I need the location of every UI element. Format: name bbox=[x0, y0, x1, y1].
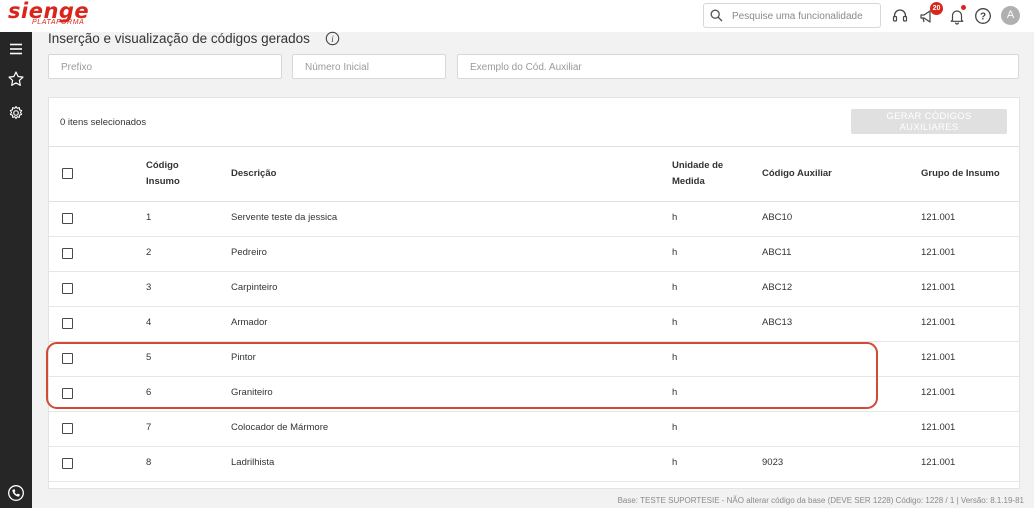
row-checkbox[interactable] bbox=[62, 388, 73, 399]
cell-description: Pintor bbox=[231, 352, 256, 363]
avatar[interactable]: A bbox=[1001, 6, 1020, 25]
cell-unit: h bbox=[672, 317, 678, 328]
sidebar bbox=[0, 32, 32, 508]
cell-unit: h bbox=[672, 422, 678, 433]
row-checkbox[interactable] bbox=[62, 248, 73, 259]
table-row[interactable]: 3 Carpinteiro h ABC12 121.001 bbox=[49, 271, 1019, 307]
cell-unit: h bbox=[672, 212, 678, 223]
cell-description: Ladrilhista bbox=[231, 457, 275, 468]
cell-group: 121.001 bbox=[921, 317, 956, 328]
cell-description: Pedreiro bbox=[231, 247, 267, 258]
cell-description: Armador bbox=[231, 317, 268, 328]
cell-code: 8 bbox=[146, 457, 152, 468]
cell-description: Carpinteiro bbox=[231, 282, 278, 293]
bell-alert-dot bbox=[961, 5, 966, 10]
row-checkbox[interactable] bbox=[62, 318, 73, 329]
svg-text:i: i bbox=[331, 34, 334, 44]
row-checkbox[interactable] bbox=[62, 458, 73, 469]
column-header-code[interactable]: Código Insumo bbox=[146, 158, 206, 190]
headset-icon[interactable] bbox=[891, 7, 909, 25]
cell-description: Graniteiro bbox=[231, 387, 273, 398]
aux-code-example-input[interactable] bbox=[468, 59, 1012, 76]
prefix-field[interactable] bbox=[48, 54, 282, 79]
cell-code: 3 bbox=[146, 282, 152, 293]
selected-count: 0 itens selecionados bbox=[60, 117, 147, 128]
row-checkbox[interactable] bbox=[62, 353, 73, 364]
page-title: Inserção e visualização de códigos gerad… bbox=[48, 31, 310, 46]
row-checkbox[interactable] bbox=[62, 423, 73, 434]
cell-unit: h bbox=[672, 387, 678, 398]
table-row[interactable]: 8 Ladrilhista h 9023 121.001 bbox=[49, 446, 1019, 482]
cell-unit: h bbox=[672, 352, 678, 363]
column-header-description[interactable]: Descrição bbox=[231, 166, 276, 182]
star-icon[interactable] bbox=[7, 70, 25, 88]
top-bar: sienge PLATAFORMA 20 ? A bbox=[0, 0, 1034, 32]
notifications-badge: 20 bbox=[930, 2, 943, 15]
cell-code: 2 bbox=[146, 247, 152, 258]
initial-number-field[interactable] bbox=[292, 54, 446, 79]
cell-group: 121.001 bbox=[921, 387, 956, 398]
cell-code: 7 bbox=[146, 422, 152, 433]
cell-group: 121.001 bbox=[921, 457, 956, 468]
gear-icon[interactable] bbox=[7, 104, 25, 122]
cell-unit: h bbox=[672, 457, 678, 468]
phone-icon[interactable] bbox=[7, 484, 25, 502]
cell-group: 121.001 bbox=[921, 282, 956, 293]
cell-group: 121.001 bbox=[921, 422, 956, 433]
cell-code: 1 bbox=[146, 212, 152, 223]
table-row[interactable]: 1 Servente teste da jessica h ABC10 121.001 bbox=[49, 201, 1019, 237]
search-box[interactable] bbox=[703, 3, 881, 28]
search-input[interactable] bbox=[730, 7, 880, 26]
help-icon[interactable]: ? bbox=[974, 7, 992, 25]
cell-unit: h bbox=[672, 247, 678, 258]
cell-aux-code: ABC10 bbox=[762, 212, 793, 223]
svg-text:?: ? bbox=[980, 12, 986, 23]
row-checkbox[interactable] bbox=[62, 283, 73, 294]
column-header-unit[interactable]: Unidade de Medida bbox=[672, 158, 732, 190]
table-header: Código Insumo Descrição Unidade de Medid… bbox=[49, 146, 1019, 202]
menu-icon[interactable] bbox=[7, 40, 25, 58]
prefix-input[interactable] bbox=[59, 59, 273, 76]
cell-code: 4 bbox=[146, 317, 152, 328]
cell-description: Colocador de Mármore bbox=[231, 422, 329, 433]
table-row[interactable]: 4 Armador h ABC13 121.001 bbox=[49, 306, 1019, 342]
cell-aux-code: ABC12 bbox=[762, 282, 793, 293]
cell-description: Servente teste da jessica bbox=[231, 212, 338, 223]
column-header-aux-code[interactable]: Código Auxiliar bbox=[762, 166, 832, 182]
cell-group: 121.001 bbox=[921, 212, 956, 223]
cell-code: 6 bbox=[146, 387, 152, 398]
table-row[interactable]: 7 Colocador de Mármore h 121.001 bbox=[49, 411, 1019, 447]
select-all-checkbox[interactable] bbox=[62, 168, 73, 179]
search-icon bbox=[710, 9, 723, 22]
table-row[interactable]: 5 Pintor h 121.001 bbox=[49, 341, 1019, 377]
cell-aux-code: ABC11 bbox=[762, 247, 792, 258]
results-card: 0 itens selecionados GERAR CÓDIGOS AUXIL… bbox=[48, 97, 1020, 489]
footer-status: Base: TESTE SUPORTESIE - NÃO alterar cód… bbox=[617, 496, 1024, 505]
table-row[interactable]: 6 Graniteiro h 121.001 bbox=[49, 376, 1019, 412]
cell-unit: h bbox=[672, 282, 678, 293]
cell-code: 5 bbox=[146, 352, 152, 363]
logo-subtitle: PLATAFORMA bbox=[32, 19, 85, 26]
cell-aux-code: ABC13 bbox=[762, 317, 793, 328]
column-header-group[interactable]: Grupo de Insumo bbox=[921, 166, 1000, 182]
table-row[interactable]: 2 Pedreiro h ABC11 121.001 bbox=[49, 236, 1019, 272]
sienge-logo[interactable]: sienge PLATAFORMA bbox=[8, 0, 89, 26]
cell-group: 121.001 bbox=[921, 247, 956, 258]
info-icon[interactable]: i bbox=[325, 31, 340, 46]
generate-aux-codes-button[interactable]: GERAR CÓDIGOS AUXILIARES bbox=[851, 109, 1007, 134]
aux-code-example-field[interactable] bbox=[457, 54, 1019, 79]
initial-number-input[interactable] bbox=[303, 59, 437, 76]
cell-aux-code: 9023 bbox=[762, 457, 784, 468]
cell-group: 121.001 bbox=[921, 352, 956, 363]
row-checkbox[interactable] bbox=[62, 213, 73, 224]
